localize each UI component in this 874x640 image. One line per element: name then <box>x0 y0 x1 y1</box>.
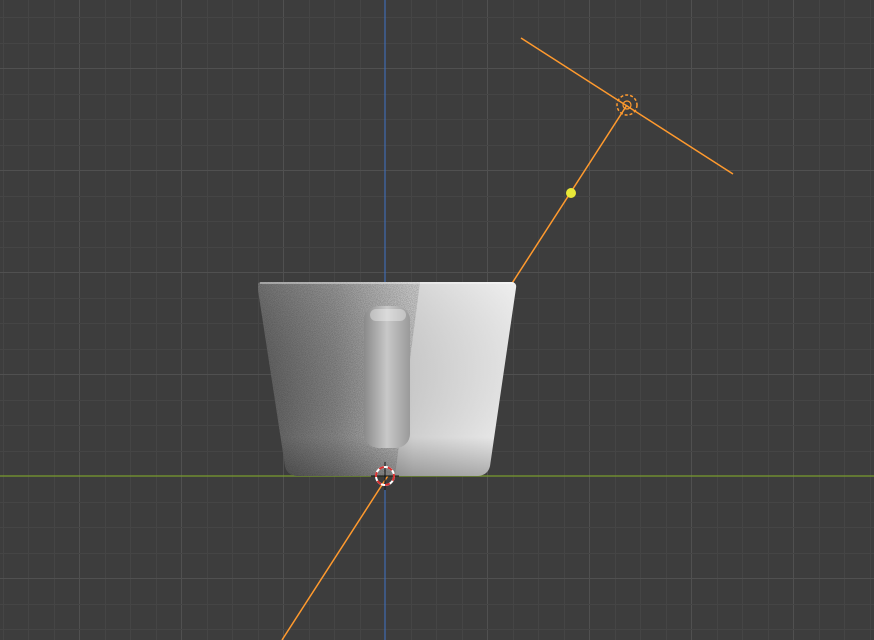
mug-handle-highlight <box>370 309 406 321</box>
light-target-handle[interactable] <box>566 188 576 198</box>
light-plane-line <box>520 37 734 175</box>
viewport-canvas[interactable] <box>0 0 874 640</box>
mug-handle <box>364 306 410 448</box>
3d-viewport[interactable] <box>0 0 874 640</box>
mug-object[interactable] <box>258 282 517 476</box>
